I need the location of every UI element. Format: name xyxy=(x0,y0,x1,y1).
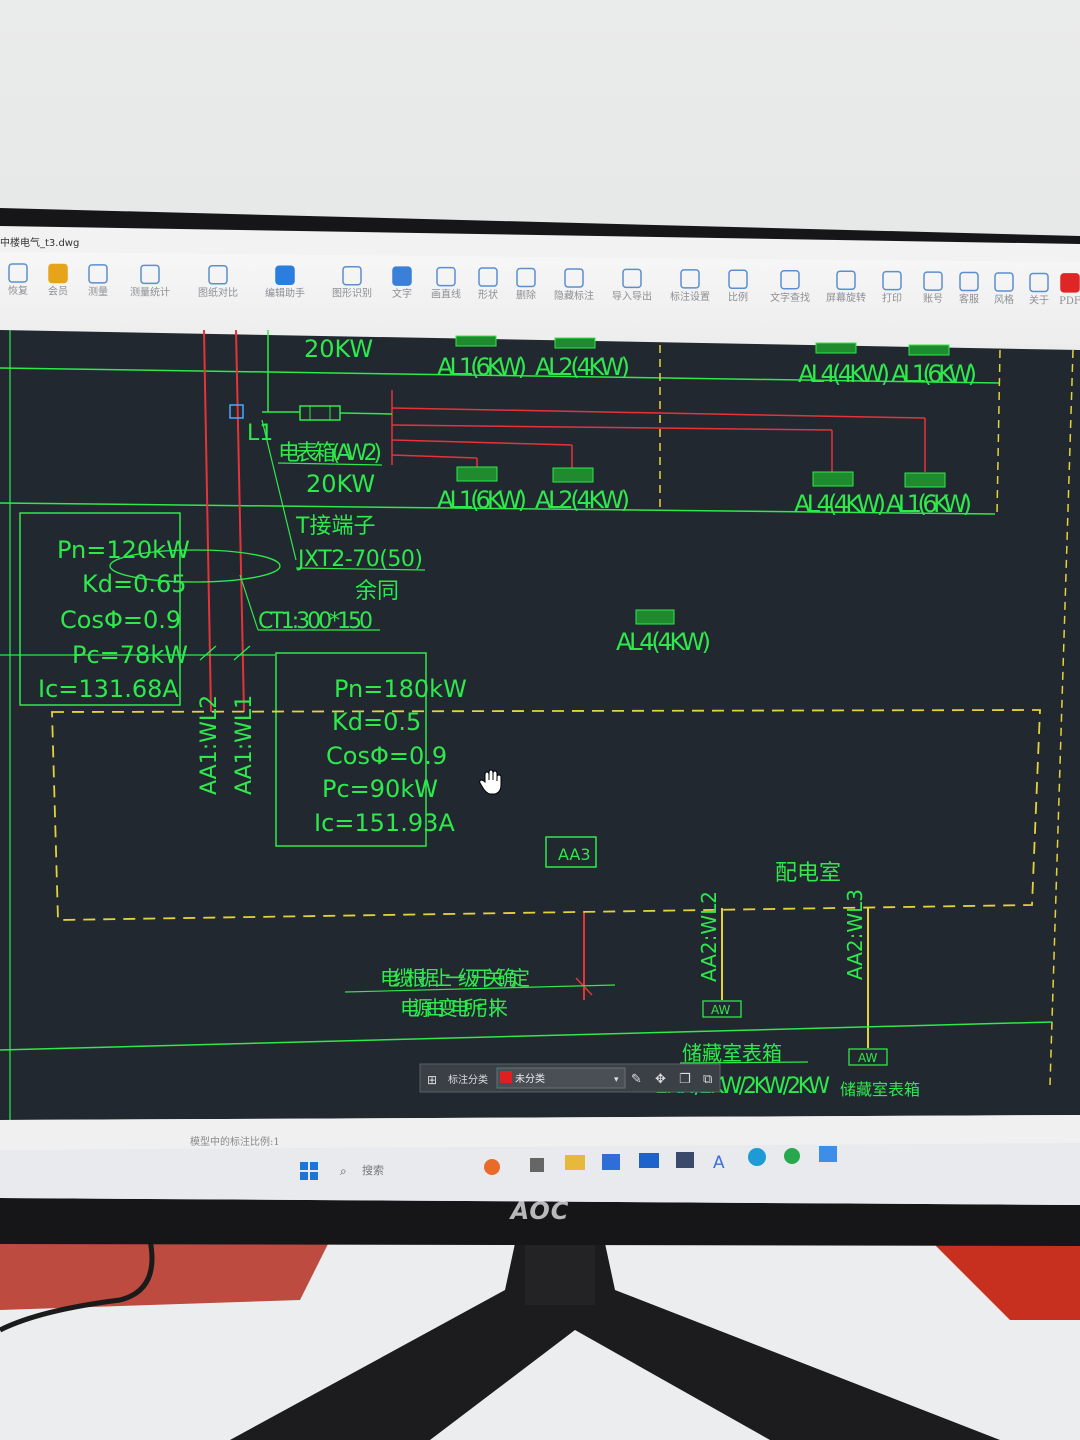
storage-box-label-2: 储藏室表箱 xyxy=(840,1080,920,1099)
toolbar-label: 客服 xyxy=(959,293,979,306)
copy-icon[interactable]: ❐ xyxy=(679,1072,691,1087)
edge-icon[interactable] xyxy=(748,1148,766,1166)
taskbar-search-input[interactable]: 搜索 xyxy=(362,1163,384,1177)
toolbar-label: 导入导出 xyxy=(612,289,652,302)
storage-box-label: 储藏室表箱 xyxy=(682,1041,782,1065)
aw-label-1: AW xyxy=(711,1003,731,1017)
box2-pc: Pc=90kW xyxy=(322,775,438,803)
aa3-label: AA3 xyxy=(558,845,591,864)
vip-icon xyxy=(48,263,68,284)
toolbar-label: 删除 xyxy=(516,289,536,302)
toolbar-label: 文字查找 xyxy=(770,291,810,304)
pdf-icon xyxy=(1060,273,1080,293)
top-load-al1: AL1(6KW) xyxy=(437,353,527,381)
status-text: 模型中的标注比例:1 xyxy=(190,1135,280,1148)
delete-icon[interactable]: ⧉ xyxy=(703,1072,712,1087)
edit-icon[interactable]: ✎ xyxy=(631,1072,642,1087)
annotation-bar: ⊞ 标注分类 未分类 ▾ ✎ ✥ ❐ ⧉ xyxy=(419,1063,721,1093)
mid-load-al2: AL2(4KW) xyxy=(535,486,630,514)
edit-assistant-icon xyxy=(275,265,295,285)
wl2-label: AA1:WL2 xyxy=(197,695,222,795)
mid-load-al1: AL1(6KW) xyxy=(437,486,527,514)
taskbar-search[interactable]: ⌕ 搜索 xyxy=(340,1163,384,1178)
box1-pn: Pn=120kW xyxy=(57,536,190,564)
box1-ic: Ic=131.68A xyxy=(38,675,179,703)
box2-cos: CosΦ=0.9 xyxy=(326,742,447,770)
chevron-down-icon: ▾ xyxy=(614,1075,619,1085)
window-app-icon[interactable] xyxy=(530,1158,544,1172)
toolbar-label: 关于 xyxy=(1029,293,1049,306)
toolbar-label: PDF xyxy=(1059,296,1080,307)
annotation-category-value: 未分类 xyxy=(515,1072,545,1085)
al4-single-label: AL4(4KW) xyxy=(616,628,711,656)
photo-scene: AOC 中楼电气_t3.dwg 恢复 会员 测量 测量统计 图纸对比 编辑助手 图形识别 文字… xyxy=(0,0,1080,1440)
same-label: 余同 xyxy=(355,579,399,604)
top-power-label: 20KW xyxy=(304,335,373,363)
aw-label-2: AW xyxy=(858,1051,878,1065)
toolbar-label: 恢复 xyxy=(8,284,28,297)
room-label: 配电室 xyxy=(775,861,841,886)
box2-pn: Pn=180kW xyxy=(334,675,467,703)
box1-pc: Pc=78kW xyxy=(72,641,188,669)
toolbar-label: 编辑助手 xyxy=(265,286,305,299)
top-load-al2: AL2(4KW) xyxy=(535,353,630,381)
toolbar-label: 标注设置 xyxy=(670,290,710,303)
toolbar-label: 风格 xyxy=(994,293,1014,306)
box1-kd: Kd=0.65 xyxy=(82,570,187,598)
jxt-label: JXT2-70(50) xyxy=(296,547,423,572)
toolbar-label: 图纸对比 xyxy=(198,286,238,299)
wl1-label: AA1:WL1 xyxy=(232,695,257,795)
photos-icon[interactable] xyxy=(819,1146,837,1162)
top-load-al4: AL4(4KW) xyxy=(798,360,890,388)
green-app-icon[interactable] xyxy=(784,1148,800,1164)
screen: 中楼电气_t3.dwg 恢复 会员 测量 测量统计 图纸对比 编辑助手 图形识别 文字 画直线 形… xyxy=(0,226,1080,1205)
annotation-category-select[interactable]: 未分类 ▾ xyxy=(496,1067,626,1089)
cad-app-icon[interactable] xyxy=(676,1152,694,1168)
meter-box-label: 电表箱(AW2) xyxy=(278,441,382,466)
aa2-wl2-label: AA2:WL2 xyxy=(697,891,721,982)
grid-icon: ⊞ xyxy=(427,1073,437,1087)
toolbar-label: 测量 xyxy=(88,285,108,298)
fruit-app-icon[interactable] xyxy=(484,1159,500,1175)
toolbar-label: 测量统计 xyxy=(130,285,170,298)
toolbar-button-pdf[interactable]: PDF xyxy=(1059,273,1080,307)
box2-ic: Ic=151.93A xyxy=(314,809,455,837)
mid-load-al1b: AL1(6KW) xyxy=(886,490,972,518)
aa2-wl3-label: AA2:WL3 xyxy=(843,889,867,980)
toolbar-label: 比例 xyxy=(728,290,748,303)
mid-load-al4: AL4(4KW) xyxy=(794,490,886,518)
annotation-bar-label: 标注分类 xyxy=(448,1073,488,1086)
toolbar-label: 隐藏标注 xyxy=(554,289,594,302)
toolbar-button-vip[interactable]: 会员 xyxy=(48,263,68,297)
top-load-al1b: AL1(6KW) xyxy=(891,360,977,388)
search-icon: ⌕ xyxy=(340,1164,347,1178)
mail-icon[interactable] xyxy=(639,1153,659,1168)
cable-note: 电缆根据上一级开关确定 xyxy=(380,966,530,990)
a-app-icon[interactable]: A xyxy=(713,1153,725,1173)
toolbar-label: 形状 xyxy=(478,288,498,301)
move-icon[interactable]: ✥ xyxy=(655,1072,666,1087)
toolbar-label: 屏幕旋转 xyxy=(826,291,866,304)
box2-kd: Kd=0.5 xyxy=(332,708,421,736)
store-icon[interactable] xyxy=(602,1154,620,1170)
window-title: 中楼电气_t3.dwg xyxy=(0,236,79,249)
toolbar-label: 会员 xyxy=(48,284,68,297)
mid-power-label: 20KW xyxy=(306,470,375,498)
toolbar-label: 画直线 xyxy=(431,288,461,301)
toolbar-label: 账号 xyxy=(923,293,943,305)
toolbar-label: 图形识别 xyxy=(332,288,372,300)
toolbar-button-text[interactable]: 文字 xyxy=(392,266,412,300)
text-icon xyxy=(392,266,412,286)
folder-icon[interactable] xyxy=(565,1155,585,1170)
box1-cos: CosΦ=0.9 xyxy=(60,606,181,634)
l1-label: L1 xyxy=(247,421,273,446)
source-note: 电源由变电所引来 xyxy=(400,996,508,1020)
ct-label: CT1:300*150 xyxy=(258,609,373,634)
toolbar-label: 文字 xyxy=(392,287,412,300)
toolbar-label: 打印 xyxy=(882,292,902,305)
taskbar xyxy=(0,1143,1080,1205)
cad-canvas xyxy=(0,330,1080,1120)
t-terminal-label: T接端子 xyxy=(295,514,375,539)
